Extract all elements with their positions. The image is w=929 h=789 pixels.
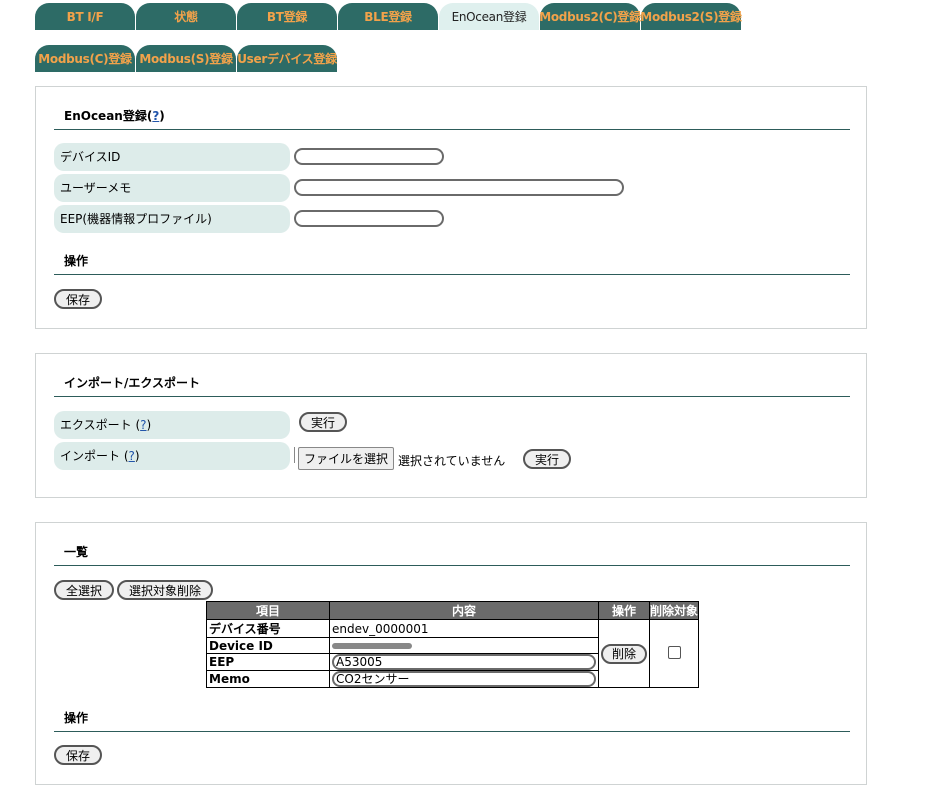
register-title-text: EnOcean登録( xyxy=(64,109,153,123)
register-panel: EnOcean登録(?) デバイスID ユーザーメモ EEP(機器情報プロファイ… xyxy=(35,86,867,329)
divider xyxy=(54,396,850,397)
row-label: デバイス番号 xyxy=(206,619,330,638)
import-label: インポート (?) xyxy=(54,442,290,470)
tab-modbus2s-register[interactable]: Modbus2(S)登録 xyxy=(640,3,742,30)
select-all-button[interactable]: 全選択 xyxy=(54,580,114,600)
header-content: 内容 xyxy=(329,601,599,620)
ops-cell: 削除 xyxy=(598,619,650,688)
tab-status[interactable]: 状態 xyxy=(136,3,236,30)
register-title: EnOcean登録(?) xyxy=(64,107,165,124)
device-id-input[interactable] xyxy=(294,148,444,165)
export-label: エクスポート (?) xyxy=(54,411,290,439)
divider xyxy=(54,129,850,130)
delete-selected-button[interactable]: 選択対象削除 xyxy=(117,580,213,600)
eep-label: EEP(機器情報プロファイル) xyxy=(54,205,290,233)
tab-modbuss-register[interactable]: Modbus(S)登録 xyxy=(136,45,236,72)
delete-target-cell xyxy=(649,619,699,688)
divider xyxy=(54,565,850,566)
redacted-value xyxy=(332,643,412,649)
user-memo-input[interactable] xyxy=(294,179,624,196)
list-title: 一覧 xyxy=(64,545,89,559)
save-button[interactable]: 保存 xyxy=(54,289,102,309)
tab-bt-register[interactable]: BT登録 xyxy=(237,3,337,30)
device-id-value xyxy=(329,637,599,654)
list-ops-title: 操作 xyxy=(64,711,89,725)
tab-enocean-register[interactable]: EnOcean登録 xyxy=(439,3,539,30)
register-ops-title: 操作 xyxy=(64,254,89,268)
file-select-button[interactable]: ファイルを選択 xyxy=(298,447,394,470)
eep-value-input[interactable]: A53005 xyxy=(332,654,596,670)
delete-button[interactable]: 削除 xyxy=(601,643,647,664)
import-label-close: ) xyxy=(134,449,140,463)
memo-value-input[interactable]: CO2センサー xyxy=(332,671,596,687)
file-input-edge xyxy=(294,447,295,463)
import-export-panel: インポート/エクスポート エクスポート (?) 実行 インポート (?) ファイ… xyxy=(35,353,867,498)
import-run-button[interactable]: 実行 xyxy=(523,449,571,469)
header-delete-target: 削除対象 xyxy=(649,601,699,620)
tab-user-device-register[interactable]: Userデバイス登録 xyxy=(237,45,337,72)
row-label: Device ID xyxy=(206,637,330,654)
tab-ble-register[interactable]: BLE登録 xyxy=(338,3,438,30)
row-label: Memo xyxy=(206,670,330,688)
tab-modbusc-register[interactable]: Modbus(C)登録 xyxy=(35,45,135,72)
import-label-text: インポート ( xyxy=(60,449,129,463)
register-title-close: ) xyxy=(159,109,165,123)
row-label: EEP xyxy=(206,653,330,671)
divider xyxy=(54,731,850,732)
eep-cell: A53005 xyxy=(329,653,599,671)
delete-checkbox[interactable] xyxy=(667,645,681,659)
divider xyxy=(54,274,850,275)
list-save-button[interactable]: 保存 xyxy=(54,745,102,765)
tab-modbus2c-register[interactable]: Modbus2(C)登録 xyxy=(539,3,641,30)
memo-cell: CO2センサー xyxy=(329,670,599,688)
table-row: デバイス番号 endev_0000001 削除 xyxy=(206,619,699,688)
header-item: 項目 xyxy=(206,601,330,620)
device-number-value: endev_0000001 xyxy=(329,619,599,638)
device-table: 項目 内容 操作 削除対象 デバイス番号 endev_0000001 削除 De… xyxy=(206,601,699,688)
tab-bt-if[interactable]: BT I/F xyxy=(35,3,135,30)
user-memo-label: ユーザーメモ xyxy=(54,174,290,202)
table-header: 項目 内容 操作 削除対象 xyxy=(206,601,699,620)
export-run-button[interactable]: 実行 xyxy=(299,412,347,432)
eep-input[interactable] xyxy=(294,210,444,227)
file-status-text: 選択されていません xyxy=(398,454,506,468)
device-id-label: デバイスID xyxy=(54,143,290,171)
export-label-text: エクスポート ( xyxy=(60,418,141,432)
import-export-title: インポート/エクスポート xyxy=(64,376,201,390)
export-label-close: ) xyxy=(146,418,152,432)
header-ops: 操作 xyxy=(598,601,650,620)
